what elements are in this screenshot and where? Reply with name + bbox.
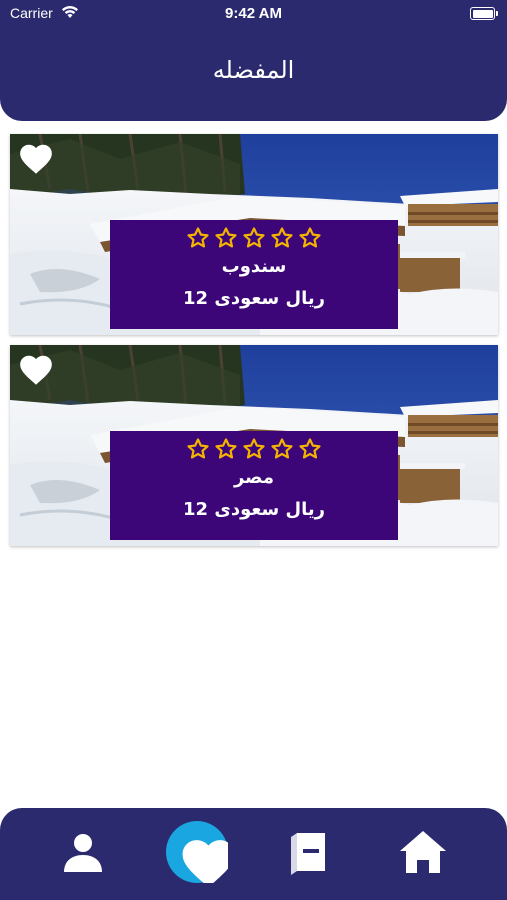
card-info-panel: سندوب ريال سعودى 12 [110,220,398,329]
star-icon [214,437,238,461]
heart-icon [166,821,228,883]
book-icon [291,833,325,875]
tab-profile[interactable] [52,821,114,883]
top-header: Carrier 9:42 AM المفضله [0,0,507,121]
rating-stars [110,437,398,461]
status-bar: Carrier 9:42 AM [0,0,507,30]
tab-bookings[interactable] [279,821,341,883]
star-icon [186,437,210,461]
clock-label: 9:42 AM [225,5,282,22]
place-name: سندوب [221,256,287,277]
favorite-heart-icon[interactable] [16,351,56,389]
battery-icon [470,7,498,20]
favorite-card[interactable]: مصر ريال سعودى 12 [10,345,498,546]
tab-favorites[interactable] [166,821,228,883]
page-title: المفضله [212,56,295,84]
tab-home[interactable] [392,821,454,883]
card-info-panel: مصر ريال سعودى 12 [110,431,398,540]
star-icon [242,226,266,250]
place-price: ريال سعودى 12 [183,499,325,520]
place-price: ريال سعودى 12 [183,288,325,309]
star-icon [242,437,266,461]
home-icon [400,831,446,873]
rating-stars [110,226,398,250]
star-icon [270,437,294,461]
star-icon [270,226,294,250]
star-icon [298,437,322,461]
favorite-card[interactable]: سندوب ريال سعودى 12 [10,134,498,335]
star-icon [214,226,238,250]
bottom-tab-bar [0,808,507,900]
favorite-heart-icon[interactable] [16,140,56,178]
star-icon [186,226,210,250]
person-icon [64,834,102,872]
star-icon [298,226,322,250]
place-name: مصر [233,467,275,488]
